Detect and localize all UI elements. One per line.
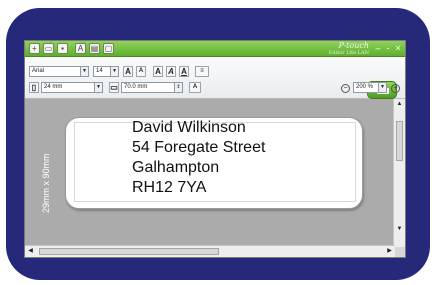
scroll-right-icon[interactable]: ▶	[385, 247, 394, 256]
chevron-down-icon[interactable]: ▼	[378, 83, 386, 92]
chevron-down-icon[interactable]: ▼	[110, 67, 118, 76]
brand-subtitle: Editor Lite LAN	[328, 50, 369, 56]
title-bar: + ▭ ▪ A ▤ ▢ P-touch Editor Lite LAN – - …	[25, 41, 405, 57]
bold-icon[interactable]: A	[153, 66, 163, 77]
shrink-font-icon[interactable]: A	[136, 66, 146, 77]
label-length-field[interactable]: 70.0 mm ⇕	[121, 82, 183, 93]
tape-width-select[interactable]: 24 mm ▼	[41, 82, 103, 93]
underline-icon[interactable]: A	[179, 66, 189, 77]
new-label-icon[interactable]: +	[29, 43, 40, 54]
horizontal-scrollbar[interactable]: ◀ ▶	[25, 245, 395, 257]
zoom-value: 200 %	[356, 84, 374, 90]
tape-width-value: 24 mm	[44, 84, 63, 90]
font-size-select[interactable]: 14 ▼	[93, 66, 119, 77]
horizontal-scroll-thumb[interactable]	[39, 248, 219, 255]
align-icon[interactable]: ≡	[195, 66, 209, 77]
open-folder-icon[interactable]: ▭	[43, 43, 54, 54]
zoom-out-icon[interactable]: −	[341, 84, 350, 93]
italic-icon[interactable]: A	[166, 66, 176, 77]
label-length-icon: ▭	[109, 82, 119, 93]
zoom-select[interactable]: 200 % ▼	[353, 82, 387, 93]
app-brand: P-touch Editor Lite LAN	[309, 41, 369, 57]
auto-length-icon[interactable]: A	[189, 82, 201, 93]
save-icon[interactable]: ▪	[57, 43, 68, 54]
insert-text-icon[interactable]: A	[75, 43, 86, 54]
minimize-icon[interactable]: –	[373, 43, 383, 54]
label-tape[interactable]: David Wilkinson 54 Foregate Street Galha…	[65, 117, 363, 209]
font-size-value: 14	[96, 68, 103, 74]
address-line-town: Galhampton	[132, 159, 220, 176]
insert-image-icon[interactable]: ▤	[89, 43, 100, 54]
editor-window: + ▭ ▪ A ▤ ▢ P-touch Editor Lite LAN – - …	[24, 40, 406, 258]
label-length-value: 70.0 mm	[124, 84, 148, 90]
font-family-value: Arial	[32, 68, 45, 74]
stepper-icon[interactable]: ⇕	[174, 83, 182, 92]
restore-icon[interactable]: -	[383, 43, 393, 54]
address-text-block[interactable]: David Wilkinson 54 Foregate Street Galha…	[132, 118, 265, 198]
label-dimensions: 29mm x 90mm	[41, 153, 51, 213]
tape-width-icon: ▯	[29, 82, 39, 93]
scroll-left-icon[interactable]: ◀	[26, 247, 35, 256]
zoom-in-icon[interactable]: +	[391, 84, 400, 93]
ribbon-toolbar: Arial ▼ 14 ▼ A A A A A ≡ ▯ 24 mm ▼ ▭ 70.…	[25, 57, 405, 99]
scroll-up-icon[interactable]: ▲	[395, 100, 404, 109]
address-line-street: 54 Foregate Street	[132, 139, 266, 156]
brand-name: P-touch	[338, 41, 369, 50]
address-line-name: David Wilkinson	[132, 119, 246, 136]
close-icon[interactable]: ×	[393, 43, 403, 54]
scroll-down-icon[interactable]: ▼	[395, 225, 404, 234]
font-family-select[interactable]: Arial ▼	[29, 66, 89, 77]
vertical-scrollbar[interactable]: ▲ ▼	[393, 99, 405, 247]
chevron-down-icon[interactable]: ▼	[94, 83, 102, 92]
vertical-scroll-thumb[interactable]	[396, 121, 403, 161]
frame-icon[interactable]: ▢	[103, 43, 114, 54]
grow-font-icon[interactable]: A	[123, 66, 133, 77]
chevron-down-icon[interactable]: ▼	[80, 67, 88, 76]
address-line-postcode: RH12 7YA	[132, 179, 207, 196]
